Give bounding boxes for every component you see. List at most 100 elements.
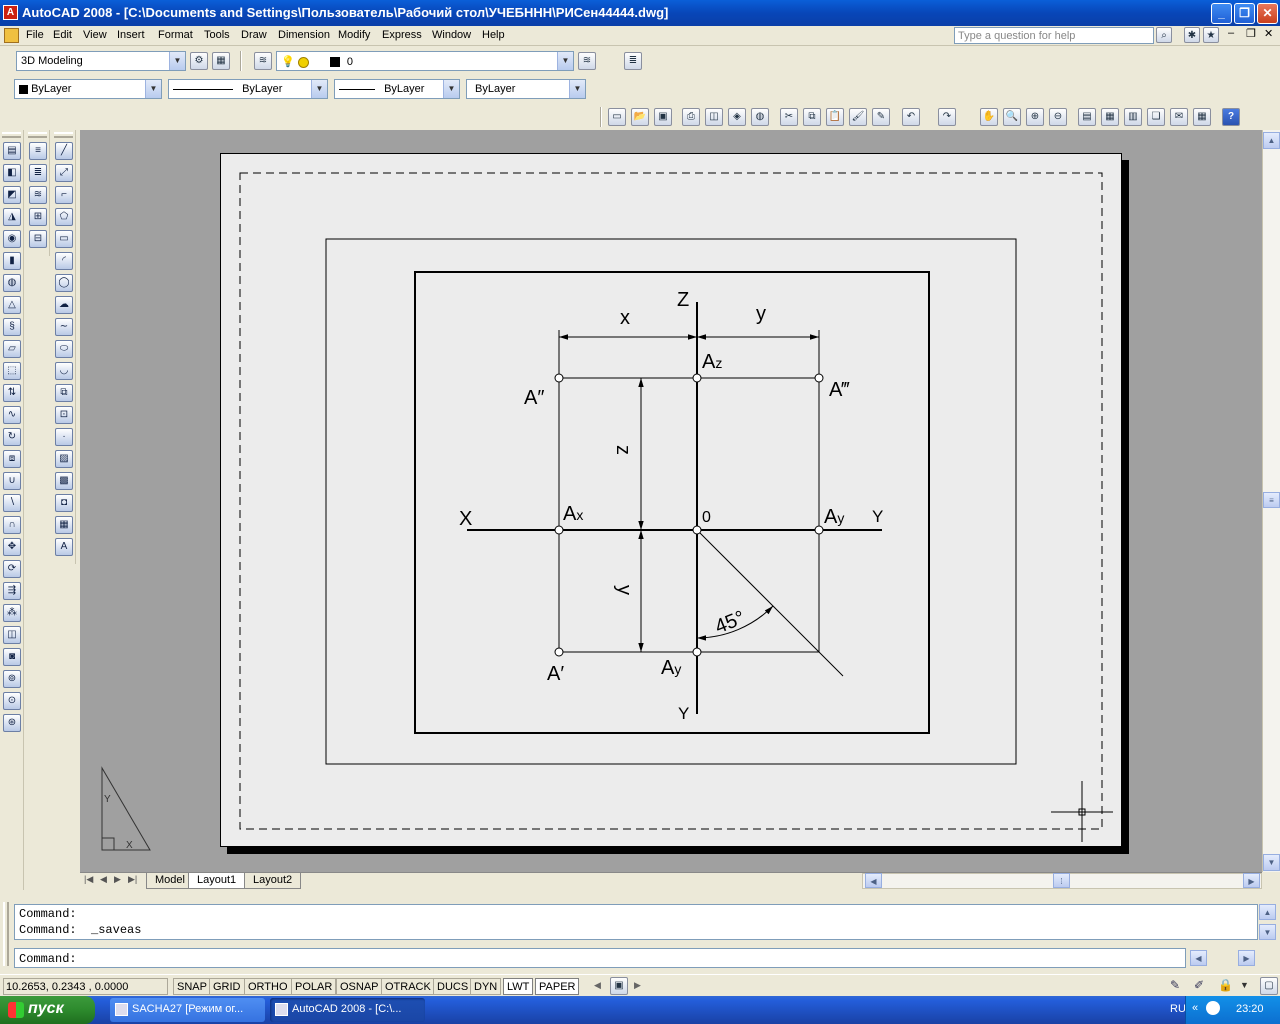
taskbar-item-autocad[interactable]: AutoCAD 2008 - [C:\... — [270, 998, 425, 1022]
point-icon[interactable]: · — [55, 428, 73, 446]
undo-icon[interactable]: ↶ — [902, 108, 920, 126]
help-search-input[interactable]: Type a question for help — [954, 27, 1154, 44]
camera-icon[interactable]: ◙ — [3, 648, 21, 666]
plot-icon[interactable]: ⎙ — [682, 108, 700, 126]
linetype-select[interactable]: ByLayer ▼ — [168, 79, 328, 99]
helix-icon[interactable]: § — [3, 318, 21, 336]
start-button[interactable]: пуск — [0, 996, 95, 1024]
workspace-select[interactable]: 3D Modeling ▼ — [16, 51, 186, 71]
scroll-left-button[interactable]: ◀ — [865, 873, 882, 888]
layer-previous-icon[interactable]: ≣ — [624, 52, 642, 70]
construction-line-icon[interactable]: ⤢ — [55, 164, 73, 182]
wedge-icon[interactable]: ◩ — [3, 186, 21, 204]
revision-cloud-icon[interactable]: ☁ — [55, 296, 73, 314]
open-icon[interactable]: 📂 — [631, 108, 649, 126]
3d-align-icon[interactable]: ⇶ — [3, 582, 21, 600]
manage-xrefs-icon[interactable]: ✐ — [1194, 978, 1204, 992]
search-icon[interactable]: ⌕ — [1156, 27, 1172, 43]
polygon-icon[interactable]: ⬠ — [55, 208, 73, 226]
section-plane-icon[interactable]: ◫ — [3, 626, 21, 644]
sheet-set-icon[interactable]: ❏ — [1147, 108, 1165, 126]
cylinder-icon[interactable]: ▮ — [3, 252, 21, 270]
menu-modify[interactable]: Modify — [338, 29, 370, 41]
snap-toggle[interactable]: SNAP — [173, 978, 211, 995]
command-input[interactable]: Command: — [14, 948, 1186, 968]
taskbar-item-sacha[interactable]: SACHA27 [Режим ог... — [110, 998, 265, 1022]
make-block-icon[interactable]: ⊡ — [55, 406, 73, 424]
tab-layout2[interactable]: Layout2 — [244, 873, 302, 889]
arc-icon[interactable]: ◜ — [55, 252, 73, 270]
intersect-icon[interactable]: ∩ — [3, 516, 21, 534]
sweep-icon[interactable]: ∿ — [3, 406, 21, 424]
box-icon[interactable]: ◧ — [3, 164, 21, 182]
orbit-icon[interactable]: ⊚ — [3, 670, 21, 688]
pan-icon[interactable]: ✋ — [980, 108, 998, 126]
autocad-app-icon[interactable]: A — [3, 5, 18, 20]
menu-tools[interactable]: Tools — [204, 29, 230, 41]
lwt-toggle[interactable]: LWT — [503, 978, 534, 995]
hscroll-thumb[interactable]: ⁞ — [1053, 873, 1070, 888]
toolbar-grip[interactable] — [2, 132, 21, 138]
clean-screen-icon[interactable]: ▢ — [1260, 977, 1278, 995]
match-properties-icon[interactable]: 🖌 — [849, 108, 867, 126]
layer-select[interactable]: 💡 0 ▼ — [276, 51, 574, 71]
dyn-toggle[interactable]: DYN — [470, 978, 502, 995]
spline-icon[interactable]: ∼ — [55, 318, 73, 336]
ducs-toggle[interactable]: DUCS — [433, 978, 473, 995]
copy-icon[interactable]: ⧉ — [803, 108, 821, 126]
tab-nav-prev-icon[interactable]: ◀ — [100, 874, 107, 885]
hatch-icon[interactable]: ▨ — [55, 450, 73, 468]
tool-palettes-icon[interactable]: ▥ — [1124, 108, 1142, 126]
color-select[interactable]: ByLayer ▼ — [14, 79, 162, 99]
my-workspace-icon[interactable]: ▦ — [212, 52, 230, 70]
fly-icon[interactable]: ⊛ — [3, 714, 21, 732]
layer-match-icon[interactable]: ⊟ — [29, 230, 47, 248]
menu-window[interactable]: Window — [432, 29, 471, 41]
scroll-up-button[interactable]: ▲ — [1263, 132, 1280, 149]
document-icon[interactable] — [4, 28, 19, 43]
circle-icon[interactable]: ◯ — [55, 274, 73, 292]
region-icon[interactable]: ◘ — [55, 494, 73, 512]
zoom-window-icon[interactable]: ⊕ — [1026, 108, 1044, 126]
menu-insert[interactable]: Insert — [117, 29, 145, 41]
tab-nav-last-icon[interactable]: ▶| — [128, 874, 137, 885]
subtract-icon[interactable]: ∖ — [3, 494, 21, 512]
doc-restore-button[interactable]: ❐ — [1246, 27, 1256, 40]
otrack-toggle[interactable]: OTRACK — [381, 978, 435, 995]
save-icon[interactable]: ▣ — [654, 108, 672, 126]
presspull-icon[interactable]: ⇅ — [3, 384, 21, 402]
title-bar[interactable]: A AutoCAD 2008 - [C:\Documents and Setti… — [0, 0, 1280, 26]
revolve-icon[interactable]: ↻ — [3, 428, 21, 446]
status-left-arrow-icon[interactable]: ◀ — [594, 980, 601, 991]
publish-icon[interactable]: ◈ — [728, 108, 746, 126]
language-indicator[interactable]: RU — [1170, 1003, 1186, 1015]
toolbar-grip[interactable] — [28, 132, 47, 138]
horizontal-scrollbar[interactable]: ◀ ⁞ ▶ — [862, 873, 1262, 889]
markup-icon[interactable]: ✉ — [1170, 108, 1188, 126]
command-window-grip[interactable] — [3, 902, 9, 966]
menu-edit[interactable]: Edit — [53, 29, 72, 41]
scroll-thumb[interactable]: ≡ — [1263, 492, 1280, 508]
vertical-scrollbar[interactable]: ▲ ≡ ▼ — [1262, 130, 1280, 872]
toolbar-grip[interactable] — [54, 132, 73, 138]
toolbar-lock-icon[interactable]: 🔒 — [1218, 978, 1233, 992]
drawing-canvas[interactable]: Z x y Az A″ A‴ z X Ax 0 Ay Y y 45° A′ Ay… — [80, 130, 1262, 872]
tab-layout1[interactable]: Layout1 — [188, 873, 246, 889]
loft-icon[interactable]: ⧈ — [3, 450, 21, 468]
polysolid-icon[interactable]: ▤ — [3, 142, 21, 160]
union-icon[interactable]: ∪ — [3, 472, 21, 490]
properties-icon[interactable]: ▤ — [1078, 108, 1096, 126]
redo-icon[interactable]: ↷ — [938, 108, 956, 126]
communication-center-icon[interactable]: ✎ — [1170, 978, 1180, 992]
menu-format[interactable]: Format — [158, 29, 193, 41]
ellipse-icon[interactable]: ⬭ — [55, 340, 73, 358]
layer-walk-icon[interactable]: ⊞ — [29, 208, 47, 226]
menu-draw[interactable]: Draw — [241, 29, 267, 41]
rectangle-icon[interactable]: ▭ — [55, 230, 73, 248]
pyramid-icon[interactable]: △ — [3, 296, 21, 314]
sphere-icon[interactable]: ◉ — [3, 230, 21, 248]
doc-minimize-button[interactable]: – — [1228, 27, 1234, 39]
calculator-icon[interactable]: ▦ — [1193, 108, 1211, 126]
table-icon[interactable]: ▦ — [55, 516, 73, 534]
layer-properties-icon[interactable]: ≋ — [254, 52, 272, 70]
